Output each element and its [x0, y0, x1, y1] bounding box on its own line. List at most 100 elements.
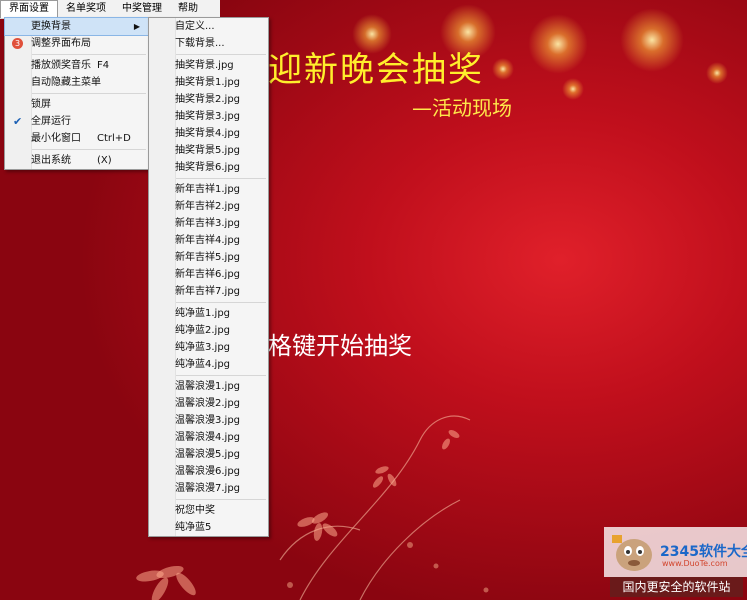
interface-settings-menu: 更换背景 ▶ 3 调整界面布局 播放颁奖音乐 F4 自动隐藏主菜单 锁屏 ✔ 全屏运行最小化窗口 C… [4, 17, 149, 170]
background-option-11[interactable]: 新年吉祥1.jpg [149, 181, 268, 198]
background-option-7[interactable]: 抽奖背景4.jpg [149, 125, 268, 142]
watermark-url: www.DuoTe.com [662, 559, 728, 568]
menu-item-label: 新年吉祥5.jpg [175, 252, 241, 263]
menu-item-label: 温馨浪漫5.jpg [175, 449, 241, 460]
menu-item-label: 新年吉祥1.jpg [175, 184, 241, 195]
menu-item-label: 新年吉祥6.jpg [175, 269, 241, 280]
background-option-19[interactable]: 纯净蓝1.jpg [149, 305, 268, 322]
background-option-28[interactable]: 温馨浪漫5.jpg [149, 446, 268, 463]
menu-winner-management[interactable]: 中奖管理 [114, 0, 170, 18]
background-option-21[interactable]: 纯净蓝3.jpg [149, 339, 268, 356]
menu-item-label: 抽奖背景.jpg [175, 60, 234, 71]
background-option-4[interactable]: 抽奖背景1.jpg [149, 74, 268, 91]
duote-watermark: 2345软件大全 www.DuoTe.com 国内更安全的软件站 [604, 527, 747, 600]
menu-item-4[interactable]: 自动隐藏主菜单 [5, 74, 148, 91]
menu-item-label: 温馨浪漫4.jpg [175, 432, 241, 443]
background-option-9[interactable]: 抽奖背景6.jpg [149, 159, 268, 176]
menu-item-label: 纯净蓝5 [175, 522, 212, 533]
menu-item-shortcut: (X) [97, 155, 112, 166]
menu-item-label: 纯净蓝4.jpg [175, 359, 231, 370]
event-title: 迎新晚会抽奖 [268, 50, 484, 90]
menu-separator [175, 375, 266, 376]
background-option-22[interactable]: 纯净蓝4.jpg [149, 356, 268, 373]
menu-item-label: 退出系统 [31, 155, 71, 166]
background-option-20[interactable]: 纯净蓝2.jpg [149, 322, 268, 339]
menu-item-label: 抽奖背景5.jpg [175, 145, 241, 156]
menu-item-label: 温馨浪漫3.jpg [175, 415, 241, 426]
menu-item-label: 自定义... [175, 21, 215, 32]
menu-item-label: 最小化窗口 [31, 133, 81, 144]
start-hint: 格键开始抽奖 [268, 332, 412, 360]
menu-item-label: 自动隐藏主菜单 [31, 77, 101, 88]
menu-item-3[interactable]: 播放颁奖音乐 F4 [5, 57, 148, 74]
menu-item-label: 纯净蓝3.jpg [175, 342, 231, 353]
menu-item-label: 新年吉祥2.jpg [175, 201, 241, 212]
background-option-1[interactable]: 下载背景... [149, 35, 268, 52]
menu-separator [175, 178, 266, 179]
menu-item-label: 新年吉祥7.jpg [175, 286, 241, 297]
background-option-26[interactable]: 温馨浪漫3.jpg [149, 412, 268, 429]
menu-item-label: 播放颁奖音乐 [31, 60, 91, 71]
menu-item-label: 抽奖背景6.jpg [175, 162, 241, 173]
menu-item-6[interactable]: 锁屏 [5, 96, 148, 113]
menu-item-0[interactable]: 更换背景 ▶ [4, 17, 149, 36]
background-option-14[interactable]: 新年吉祥4.jpg [149, 232, 268, 249]
notification-badge: 3 [12, 38, 23, 49]
menu-item-shortcut: Ctrl+D [97, 133, 131, 144]
checkmark-icon: ✔ [13, 115, 23, 128]
menu-separator [31, 54, 146, 55]
menu-separator [31, 93, 146, 94]
menu-item-label: 调整界面布局 [31, 38, 91, 49]
background-option-13[interactable]: 新年吉祥3.jpg [149, 215, 268, 232]
menu-item-label: 温馨浪漫1.jpg [175, 381, 241, 392]
menu-item-label: 更换背景 [31, 21, 71, 32]
background-option-15[interactable]: 新年吉祥5.jpg [149, 249, 268, 266]
menu-item-label: 温馨浪漫7.jpg [175, 483, 241, 494]
menu-item-label: 锁屏 [31, 99, 51, 110]
background-option-24[interactable]: 温馨浪漫1.jpg [149, 378, 268, 395]
menu-item-label: 抽奖背景1.jpg [175, 77, 241, 88]
menu-separator [175, 302, 266, 303]
watermark-tagline: 国内更安全的软件站 [610, 577, 743, 597]
background-option-5[interactable]: 抽奖背景2.jpg [149, 91, 268, 108]
menu-item-1[interactable]: 3 调整界面布局 [5, 35, 148, 52]
background-option-27[interactable]: 温馨浪漫4.jpg [149, 429, 268, 446]
menu-item-label: 抽奖背景3.jpg [175, 111, 241, 122]
submenu-arrow-icon: ▶ [133, 22, 140, 31]
menu-help[interactable]: 帮助 [170, 0, 206, 18]
background-option-6[interactable]: 抽奖背景3.jpg [149, 108, 268, 125]
background-option-16[interactable]: 新年吉祥6.jpg [149, 266, 268, 283]
menu-item-7[interactable]: ✔ 全屏运行 [5, 113, 148, 130]
menu-item-label: 新年吉祥3.jpg [175, 218, 241, 229]
menu-item-label: 抽奖背景2.jpg [175, 94, 241, 105]
menu-item-label: 纯净蓝1.jpg [175, 308, 231, 319]
background-option-25[interactable]: 温馨浪漫2.jpg [149, 395, 268, 412]
menu-item-label: 全屏运行 [31, 116, 71, 127]
menu-name-list-prizes[interactable]: 名单奖项 [58, 0, 114, 18]
menu-separator [31, 149, 146, 150]
background-option-17[interactable]: 新年吉祥7.jpg [149, 283, 268, 300]
background-option-29[interactable]: 温馨浪漫6.jpg [149, 463, 268, 480]
menu-item-10[interactable]: 退出系统 (X) [5, 152, 148, 169]
menu-item-label: 下载背景... [175, 38, 225, 49]
background-option-0[interactable]: 自定义... [149, 18, 268, 35]
menu-item-label: 温馨浪漫6.jpg [175, 466, 241, 477]
watermark-logo: 2345软件大全 [660, 544, 747, 560]
menu-item-label: 新年吉祥4.jpg [175, 235, 241, 246]
mascot-icon [612, 535, 652, 571]
background-option-8[interactable]: 抽奖背景5.jpg [149, 142, 268, 159]
menu-item-shortcut: F4 [97, 60, 110, 71]
menu-separator [175, 54, 266, 55]
menu-interface-settings[interactable]: 界面设置 [0, 0, 58, 18]
background-option-30[interactable]: 温馨浪漫7.jpg [149, 480, 268, 497]
background-option-12[interactable]: 新年吉祥2.jpg [149, 198, 268, 215]
menu-item-8[interactable]: 最小化窗口 Ctrl+D [5, 130, 148, 147]
event-subtitle: —活动现场 [412, 96, 512, 120]
background-option-33[interactable]: 纯净蓝5 [149, 519, 268, 536]
background-option-32[interactable]: 祝您中奖 [149, 502, 268, 519]
menu-item-label: 纯净蓝2.jpg [175, 325, 231, 336]
change-background-submenu: 自定义... 下载背景... 抽奖背景.jpg 抽奖背景1.jpg 抽奖背景2.jpg 抽… [148, 17, 269, 537]
menu-separator [175, 499, 266, 500]
menu-item-label: 温馨浪漫2.jpg [175, 398, 241, 409]
background-option-3[interactable]: 抽奖背景.jpg [149, 57, 268, 74]
